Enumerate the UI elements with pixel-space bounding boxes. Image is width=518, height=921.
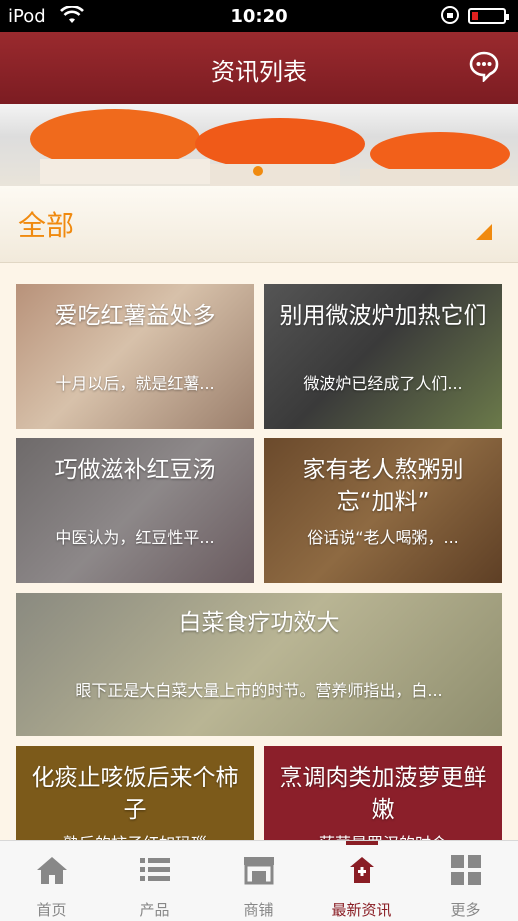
news-title: 烹调肉类加菠萝更鲜嫩 bbox=[279, 765, 487, 823]
news-summary: 中医认为，红豆性平... bbox=[55, 528, 215, 547]
list-icon bbox=[140, 858, 170, 881]
tab-news[interactable]: 最新资讯 bbox=[310, 841, 413, 921]
message-button[interactable] bbox=[468, 50, 500, 84]
category-filter[interactable]: 全部 bbox=[0, 186, 518, 263]
news-card[interactable]: 巧做滋补红豆汤 中医认为，红豆性平... bbox=[16, 438, 254, 583]
tab-store[interactable]: 商铺 bbox=[207, 841, 310, 921]
home-icon bbox=[37, 857, 67, 884]
tab-bar: 首页 产品 商铺 最新资讯 更多 bbox=[0, 840, 518, 921]
tab-products[interactable]: 产品 bbox=[103, 841, 206, 921]
news-summary: 俗话说“老人喝粥，... bbox=[307, 528, 459, 547]
page-title: 资讯列表 bbox=[211, 58, 307, 86]
news-summary: 十月以后，就是红薯... bbox=[55, 374, 215, 393]
news-card[interactable]: 爱吃红薯益处多 十月以后，就是红薯... bbox=[16, 284, 254, 429]
tab-label: 商铺 bbox=[243, 901, 274, 919]
news-summary: 微波炉已经成了人们... bbox=[303, 374, 463, 393]
news-title: 爱吃红薯益处多 bbox=[54, 303, 216, 329]
banner-dot-active bbox=[253, 166, 263, 176]
news-title: 家有老人熬粥别忘“加料” bbox=[302, 457, 464, 515]
grid-icon bbox=[451, 855, 481, 885]
tab-label: 最新资讯 bbox=[331, 901, 392, 919]
battery-icon bbox=[468, 8, 509, 24]
filter-label: 全部 bbox=[18, 209, 75, 242]
dropdown-triangle-icon bbox=[476, 224, 492, 244]
navigation-bar: 资讯列表 bbox=[0, 32, 518, 104]
news-title: 化痰止咳饭后来个柿子 bbox=[31, 765, 239, 823]
active-tab-indicator bbox=[346, 841, 378, 845]
news-card[interactable]: 家有老人熬粥别忘“加料” 俗话说“老人喝粥，... bbox=[264, 438, 502, 583]
news-summary: 眼下正是大白菜大量上市的时节。营养师指出，白... bbox=[75, 681, 443, 700]
rotation-lock-icon bbox=[440, 5, 460, 30]
store-icon bbox=[244, 857, 274, 885]
news-title: 白菜食疗功效大 bbox=[178, 610, 340, 636]
news-icon bbox=[350, 857, 374, 883]
chat-bubble-icon bbox=[469, 51, 499, 84]
tab-home[interactable]: 首页 bbox=[0, 841, 103, 921]
tab-label: 产品 bbox=[139, 901, 170, 919]
status-bar: iPod 10:20 bbox=[0, 0, 518, 32]
tab-label: 首页 bbox=[36, 901, 67, 919]
news-card-wide[interactable]: 白菜食疗功效大 眼下正是大白菜大量上市的时节。营养师指出，白... bbox=[16, 593, 502, 736]
tab-more[interactable]: 更多 bbox=[414, 841, 517, 921]
tab-label: 更多 bbox=[450, 901, 481, 919]
news-title: 巧做滋补红豆汤 bbox=[54, 457, 216, 483]
news-card[interactable]: 别用微波炉加热它们 微波炉已经成了人们... bbox=[264, 284, 502, 429]
news-title: 别用微波炉加热它们 bbox=[279, 303, 487, 329]
